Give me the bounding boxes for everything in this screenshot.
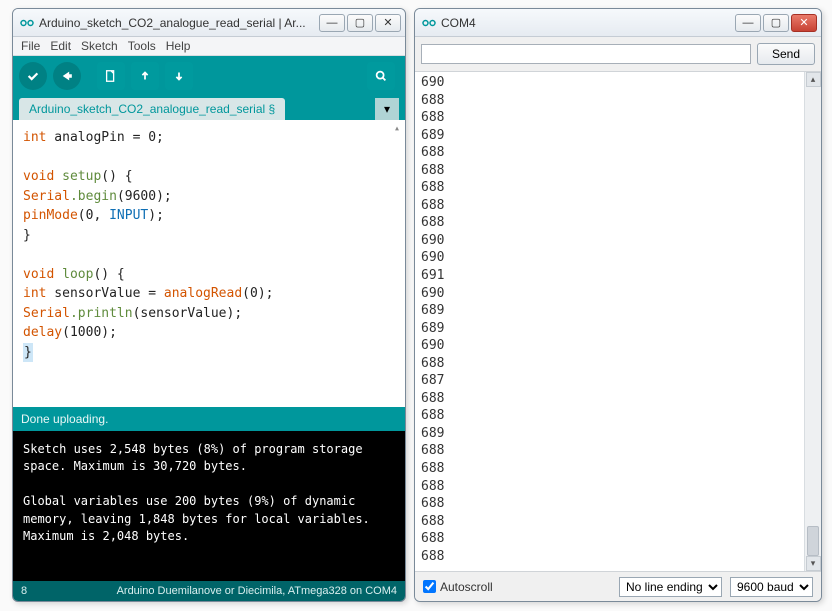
maximize-button[interactable]: ▢ [763,14,789,32]
serial-monitor-window: COM4 — ▢ ✕ Send 690 688 688 689 688 688 … [414,8,822,602]
code-editor[interactable]: ▴ int analogPin = 0; void setup() { Seri… [13,120,405,407]
board-info: Arduino Duemilanove or Diecimila, ATmega… [117,585,397,597]
close-button[interactable]: ✕ [791,14,817,32]
autoscroll-input[interactable] [423,580,436,593]
scrollbar[interactable]: ▴ ▾ [804,72,821,571]
menu-sketch[interactable]: Sketch [81,39,118,53]
scroll-track[interactable] [805,87,821,556]
menu-tools[interactable]: Tools [128,39,156,53]
serial-monitor-button[interactable] [367,62,395,90]
arduino-ide-window: Arduino_sketch_CO2_analogue_read_serial … [12,8,406,602]
send-button[interactable]: Send [757,43,815,65]
ide-title: Arduino_sketch_CO2_analogue_read_serial … [39,16,319,30]
ide-footer: 8 Arduino Duemilanove or Diecimila, ATme… [13,581,405,601]
open-button[interactable] [131,62,159,90]
save-button[interactable] [165,62,193,90]
menu-file[interactable]: File [21,39,40,53]
minimize-button[interactable]: — [735,14,761,32]
serial-title: COM4 [441,16,735,30]
tabbar: Arduino_sketch_CO2_analogue_read_serial … [13,96,405,120]
serial-output[interactable]: 690 688 688 689 688 688 688 688 688 690 … [415,72,804,571]
line-number: 8 [21,585,27,597]
scroll-up-icon[interactable]: ▴ [391,122,403,134]
autoscroll-checkbox[interactable]: Autoscroll [423,580,493,594]
ide-titlebar[interactable]: Arduino_sketch_CO2_analogue_read_serial … [13,9,405,37]
tab-menu-button[interactable]: ▾ [375,98,399,120]
scroll-down-icon[interactable]: ▾ [806,556,821,571]
serial-bottom-bar: Autoscroll No line ending 9600 baud [415,571,821,601]
minimize-button[interactable]: — [319,14,345,32]
new-button[interactable] [97,62,125,90]
sketch-tab[interactable]: Arduino_sketch_CO2_analogue_read_serial … [19,98,285,120]
menu-help[interactable]: Help [166,39,191,53]
serial-input[interactable] [421,44,751,64]
build-status: Done uploading. [13,407,405,431]
baud-select[interactable]: 9600 baud [730,577,813,597]
line-ending-select[interactable]: No line ending [619,577,722,597]
verify-button[interactable] [19,62,47,90]
upload-button[interactable] [53,62,81,90]
serial-titlebar[interactable]: COM4 — ▢ ✕ [415,9,821,37]
menu-edit[interactable]: Edit [50,39,71,53]
close-button[interactable]: ✕ [375,14,401,32]
serial-send-bar: Send [415,37,821,72]
autoscroll-label: Autoscroll [440,580,493,594]
toolbar [13,56,405,96]
serial-output-area: 690 688 688 689 688 688 688 688 688 690 … [415,72,821,571]
scroll-up-icon[interactable]: ▴ [806,72,821,87]
build-console[interactable]: Sketch uses 2,548 bytes (8%) of program … [13,431,405,581]
arduino-icon [421,15,437,31]
scroll-thumb[interactable] [807,526,819,556]
menubar: File Edit Sketch Tools Help [13,37,405,56]
maximize-button[interactable]: ▢ [347,14,373,32]
arduino-icon [19,15,35,31]
